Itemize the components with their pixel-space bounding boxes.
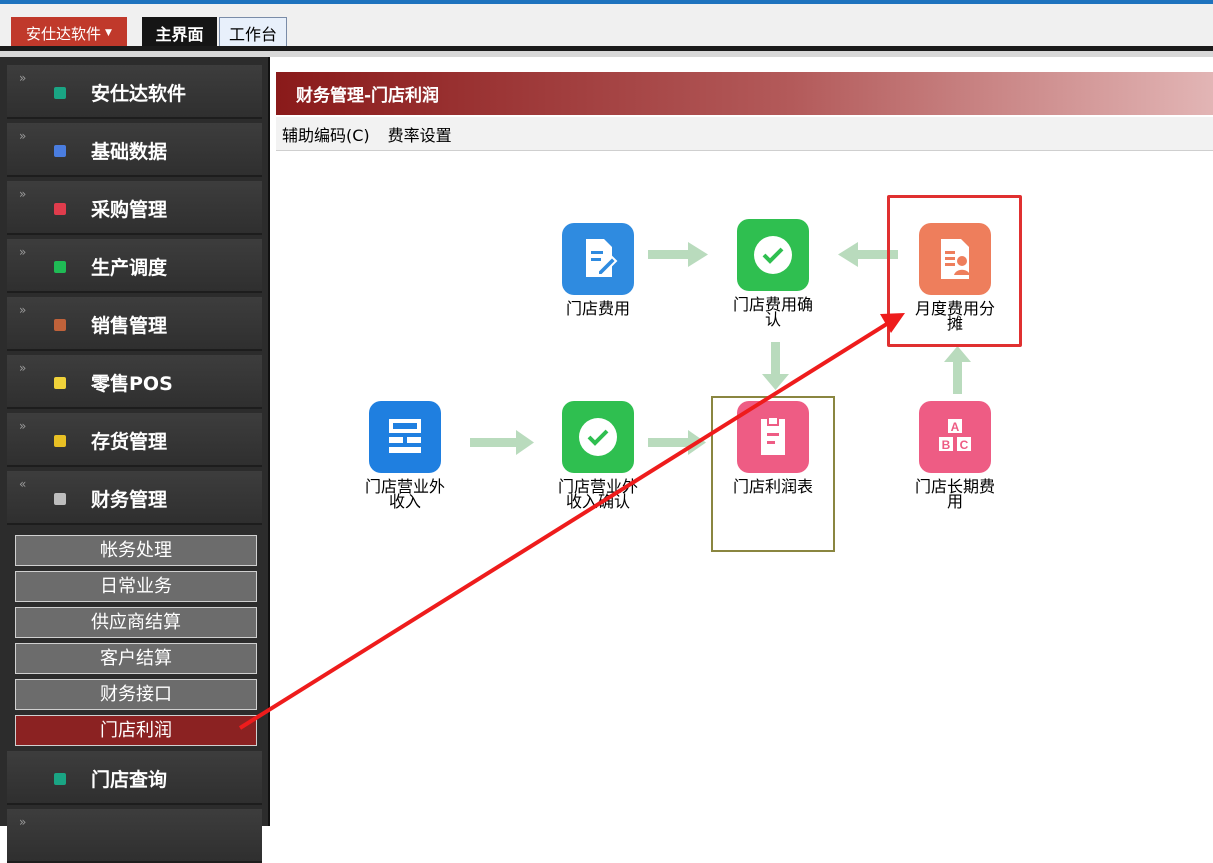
annotation-arrow [238, 313, 905, 730]
